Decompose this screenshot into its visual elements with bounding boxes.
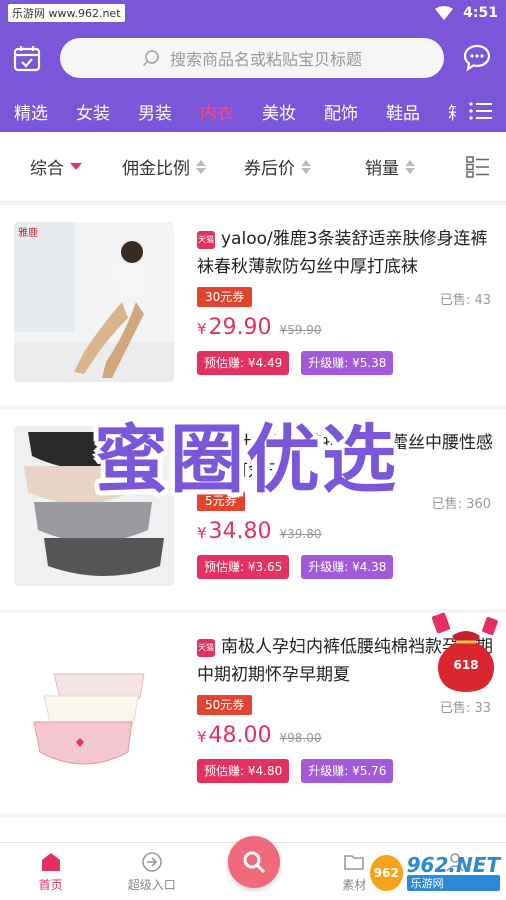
price-symbol: ¥ <box>197 320 207 338</box>
price: 48.00 <box>208 723 272 748</box>
header: 搜索商品名或粘贴宝贝标题 <box>0 25 506 90</box>
site-watermark: 962 962.NET 乐游网 <box>370 850 500 896</box>
tab-super-entry[interactable]: 超级入口 <box>101 843 202 900</box>
product-card[interactable]: 雅鹿 天猫 yaloo/雅鹿3条装舒适亲肤修身连裤袜春秋薄款防勾丝中厚打底袜 30… <box>0 205 506 405</box>
sold-count: 已售: 360 <box>431 497 491 512</box>
svg-text:雅鹿: 雅鹿 <box>18 226 38 239</box>
sort-arrow-icon <box>70 163 82 170</box>
sort-sales[interactable]: 销量 <box>365 154 415 179</box>
product-list: 雅鹿 天猫 yaloo/雅鹿3条装舒适亲肤修身连裤袜春秋薄款防勾丝中厚打底袜 30… <box>0 205 506 881</box>
coupon-badge[interactable]: 50元券 <box>197 695 253 715</box>
price-symbol: ¥ <box>197 524 207 542</box>
message-icon[interactable] <box>462 43 492 73</box>
wifi-icon <box>435 5 454 20</box>
search-icon <box>243 851 266 874</box>
original-price: ¥59.90 <box>279 323 322 337</box>
sold-count: 已售: 43 <box>439 293 491 308</box>
sort-toggle-icon <box>405 159 415 174</box>
search-icon <box>142 49 159 66</box>
estimated-earn-badge: 预估赚: ¥3.65 <box>197 555 290 579</box>
sort-price[interactable]: 券后价 <box>244 154 311 179</box>
category-tab[interactable]: 女装 <box>62 99 124 124</box>
tab-home[interactable]: 首页 <box>0 843 101 900</box>
list-menu-icon <box>469 102 492 120</box>
enter-icon <box>141 851 162 872</box>
estimated-earn-badge: 预估赚: ¥4.49 <box>197 351 290 375</box>
category-bar: 精选 女装 男装 内衣 美妆 配饰 鞋品 箱 <box>0 90 506 132</box>
product-title: yaloo/雅鹿3条装舒适亲肤修身连裤袜春秋薄款防勾丝中厚打底袜 <box>197 229 488 277</box>
app-screen: 乐游网 www.962.net 4:51 搜索商品名或粘贴宝贝标题 精选 女装 <box>0 0 506 900</box>
category-tab[interactable]: 箱 <box>434 99 456 124</box>
estimated-earn-badge: 预估赚: ¥4.80 <box>197 759 290 783</box>
overlay-app-title: 蜜圈优选 <box>94 417 398 503</box>
search-fab-button[interactable] <box>228 836 280 888</box>
watermark-badge: 乐游网 www.962.net <box>8 3 125 22</box>
category-tab[interactable]: 美妆 <box>248 99 310 124</box>
upgrade-earn-badge[interactable]: 升级赚: ¥5.76 <box>301 759 394 783</box>
price: 34.80 <box>208 519 272 544</box>
calendar-check-icon[interactable] <box>12 43 42 73</box>
status-time: 4:51 <box>463 4 498 21</box>
folder-icon <box>344 854 365 870</box>
watermark-logo-icon: 962 <box>370 855 403 891</box>
category-tab[interactable]: 鞋品 <box>372 99 434 124</box>
search-placeholder: 搜索商品名或粘贴宝贝标题 <box>169 49 362 69</box>
tmall-badge-icon: 天猫 <box>197 639 215 657</box>
price-symbol: ¥ <box>197 728 207 746</box>
original-price: ¥98.00 <box>279 731 322 745</box>
home-icon <box>41 852 60 871</box>
product-image: 雅鹿 <box>14 222 174 382</box>
search-input[interactable]: 搜索商品名或粘贴宝贝标题 <box>60 37 444 78</box>
original-price: ¥39.80 <box>279 527 322 541</box>
promo-bag-icon[interactable]: 618 <box>430 612 502 692</box>
sort-bar: 综合 佣金比例 券后价 销量 <box>0 132 506 202</box>
category-tab[interactable]: 男装 <box>124 99 186 124</box>
upgrade-earn-badge[interactable]: 升级赚: ¥5.38 <box>301 351 394 375</box>
sort-toggle-icon <box>196 159 206 174</box>
coupon-badge[interactable]: 30元券 <box>197 287 253 307</box>
sold-count: 已售: 33 <box>439 701 491 716</box>
status-bar: 乐游网 www.962.net 4:51 <box>0 0 506 25</box>
upgrade-earn-badge[interactable]: 升级赚: ¥4.38 <box>301 555 394 579</box>
category-tab-active[interactable]: 内衣 <box>186 99 248 124</box>
category-menu-button[interactable] <box>456 90 506 132</box>
sort-toggle-icon <box>301 159 311 174</box>
category-tab[interactable]: 精选 <box>0 99 62 124</box>
sort-composite[interactable]: 综合 <box>30 154 82 179</box>
category-tab[interactable]: 配饰 <box>310 99 372 124</box>
layout-toggle-icon[interactable] <box>466 155 490 178</box>
tmall-badge-icon: 天猫 <box>197 231 215 249</box>
product-image <box>14 630 174 790</box>
price: 29.90 <box>208 315 272 340</box>
promo-bag-label: 618 <box>453 658 479 672</box>
sort-commission[interactable]: 佣金比例 <box>122 154 206 179</box>
